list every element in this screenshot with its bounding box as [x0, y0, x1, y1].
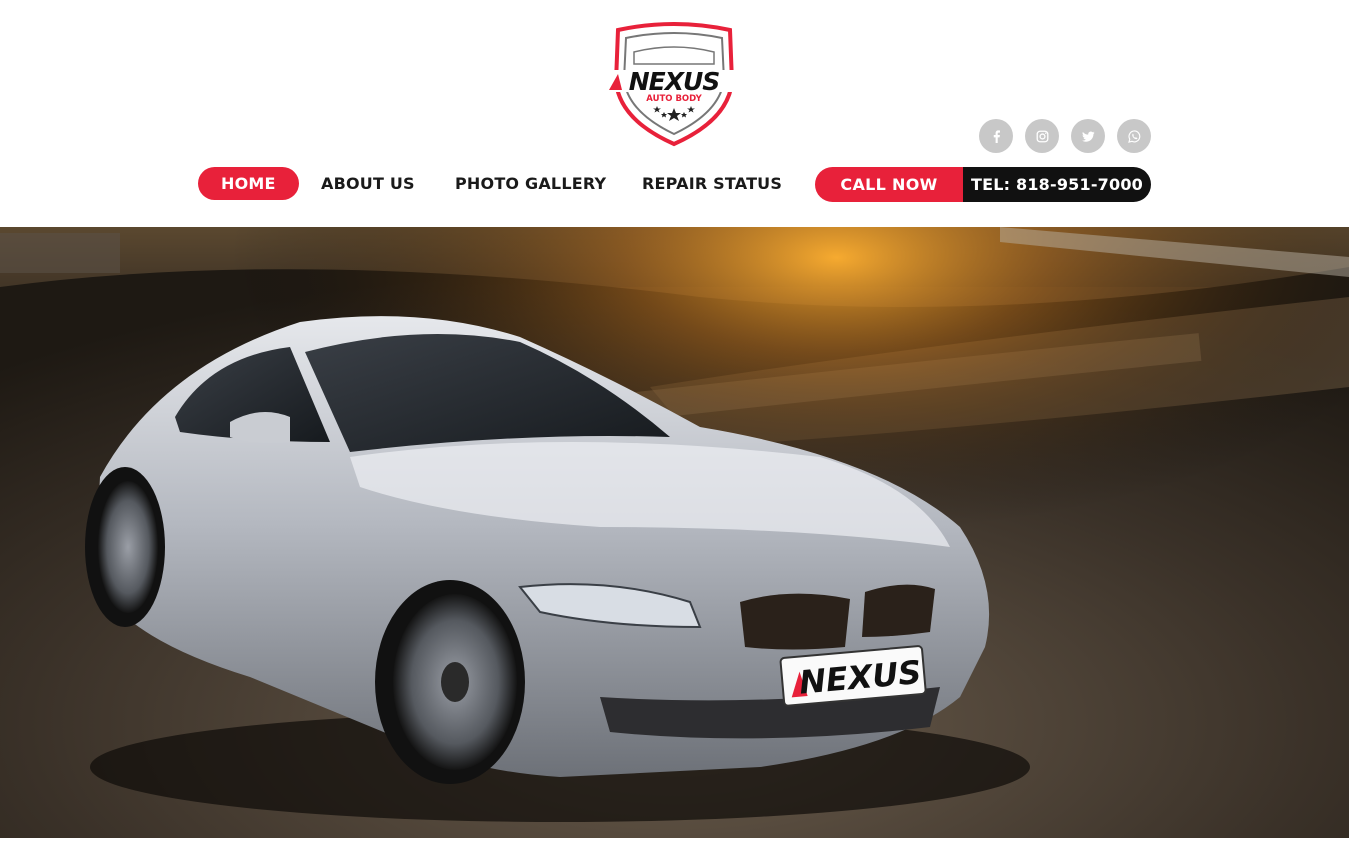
facebook-icon: [993, 129, 1000, 143]
hero-car-image: NEXUS: [0, 227, 1349, 838]
twitter-button[interactable]: [1071, 119, 1105, 153]
site-header: NEXUS AUTO BODY HOME ABOUT US PHOTO GALL…: [0, 0, 1349, 227]
whatsapp-button[interactable]: [1117, 119, 1151, 153]
instagram-button[interactable]: [1025, 119, 1059, 153]
social-links: [979, 119, 1151, 153]
contact-cta: CALL NOW TEL: 818-951-7000: [815, 167, 1151, 202]
phone-number-link[interactable]: TEL: 818-951-7000: [963, 167, 1151, 202]
instagram-icon: [1036, 130, 1048, 142]
nav-item-repair-status[interactable]: REPAIR STATUS: [642, 167, 782, 200]
nexus-auto-body-logo[interactable]: NEXUS AUTO BODY: [604, 22, 744, 148]
facebook-button[interactable]: [979, 119, 1013, 153]
hero-banner: NEXUS: [0, 227, 1349, 838]
nav-item-photo-gallery[interactable]: PHOTO GALLERY: [455, 167, 606, 200]
whatsapp-icon: [1127, 129, 1140, 143]
call-now-button[interactable]: CALL NOW: [815, 167, 963, 202]
svg-text:NEXUS: NEXUS: [629, 67, 720, 96]
twitter-icon: [1081, 131, 1095, 142]
svg-text:AUTO BODY: AUTO BODY: [646, 94, 702, 104]
nav-item-home[interactable]: HOME: [198, 167, 299, 200]
nav-item-about-us[interactable]: ABOUT US: [321, 167, 415, 200]
